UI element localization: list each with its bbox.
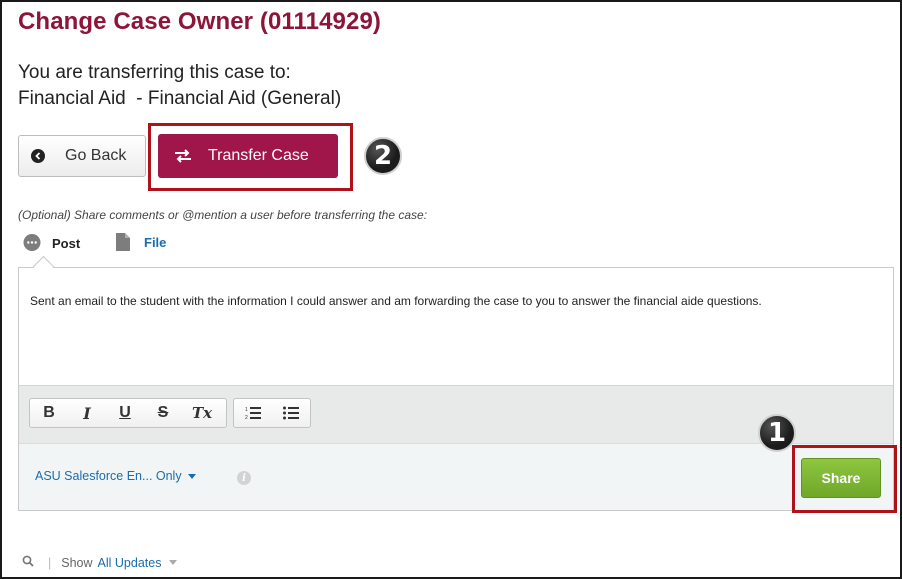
tab-post-label: Post [52,235,81,251]
transfer-target: Financial Aid - Financial Aid (General) [18,88,342,109]
chevron-down-icon [187,473,196,479]
speech-bubble-icon [22,233,42,253]
chevron-down-icon[interactable] [169,560,178,565]
search-icon[interactable] [22,555,34,570]
underline-button[interactable]: U [106,399,144,427]
composer-footer: ASU Salesforce En... Only i [19,443,893,510]
feed-filter-dropdown[interactable]: All Updates [98,556,162,570]
format-button-group: B I U S Tx [29,398,227,428]
list-button-group: 1 2 [233,398,311,428]
italic-button[interactable]: I [68,399,106,427]
tab-post[interactable]: Post [22,233,80,253]
svg-text:2: 2 [245,415,248,420]
bulleted-list-icon [283,406,299,420]
transfer-case-label: Transfer Case [208,147,309,164]
transfer-intro: You are transferring this case to: [18,62,291,83]
numbered-list-icon: 1 2 [245,407,261,420]
divider: | [48,555,52,570]
visibility-label: ASU Salesforce En... Only [35,469,182,483]
document-icon [116,233,130,251]
page-title: Change Case Owner (01114929) [18,8,381,35]
go-back-button[interactable]: Go Back [18,135,146,177]
visibility-dropdown[interactable]: ASU Salesforce En... Only [35,469,196,483]
step-1-badge: 1 [758,414,796,452]
feed-filter-bar: | Show All Updates [22,555,178,570]
info-icon[interactable]: i [237,471,251,485]
step-2-badge: 2 [364,137,402,175]
clear-formatting-button[interactable]: Tx [182,399,222,427]
optional-share-hint: (Optional) Share comments or @mention a … [18,208,428,222]
chevron-left-icon [31,149,45,163]
numbered-list-button[interactable]: 1 2 [234,399,272,427]
post-textarea[interactable]: Sent an email to the student with the in… [30,292,886,310]
bulleted-list-button[interactable] [272,399,310,427]
svg-text:1: 1 [245,407,248,413]
feed-show-label: Show [61,555,93,570]
strikethrough-button[interactable]: S [144,399,182,427]
go-back-label: Go Back [65,147,127,164]
transfer-arrows-icon [174,149,192,163]
tab-file-label: File [144,234,167,250]
share-button[interactable]: Share [801,458,881,498]
bold-button[interactable]: B [30,399,68,427]
tab-file[interactable]: File [116,233,166,251]
transfer-case-button[interactable]: Transfer Case [158,134,338,178]
